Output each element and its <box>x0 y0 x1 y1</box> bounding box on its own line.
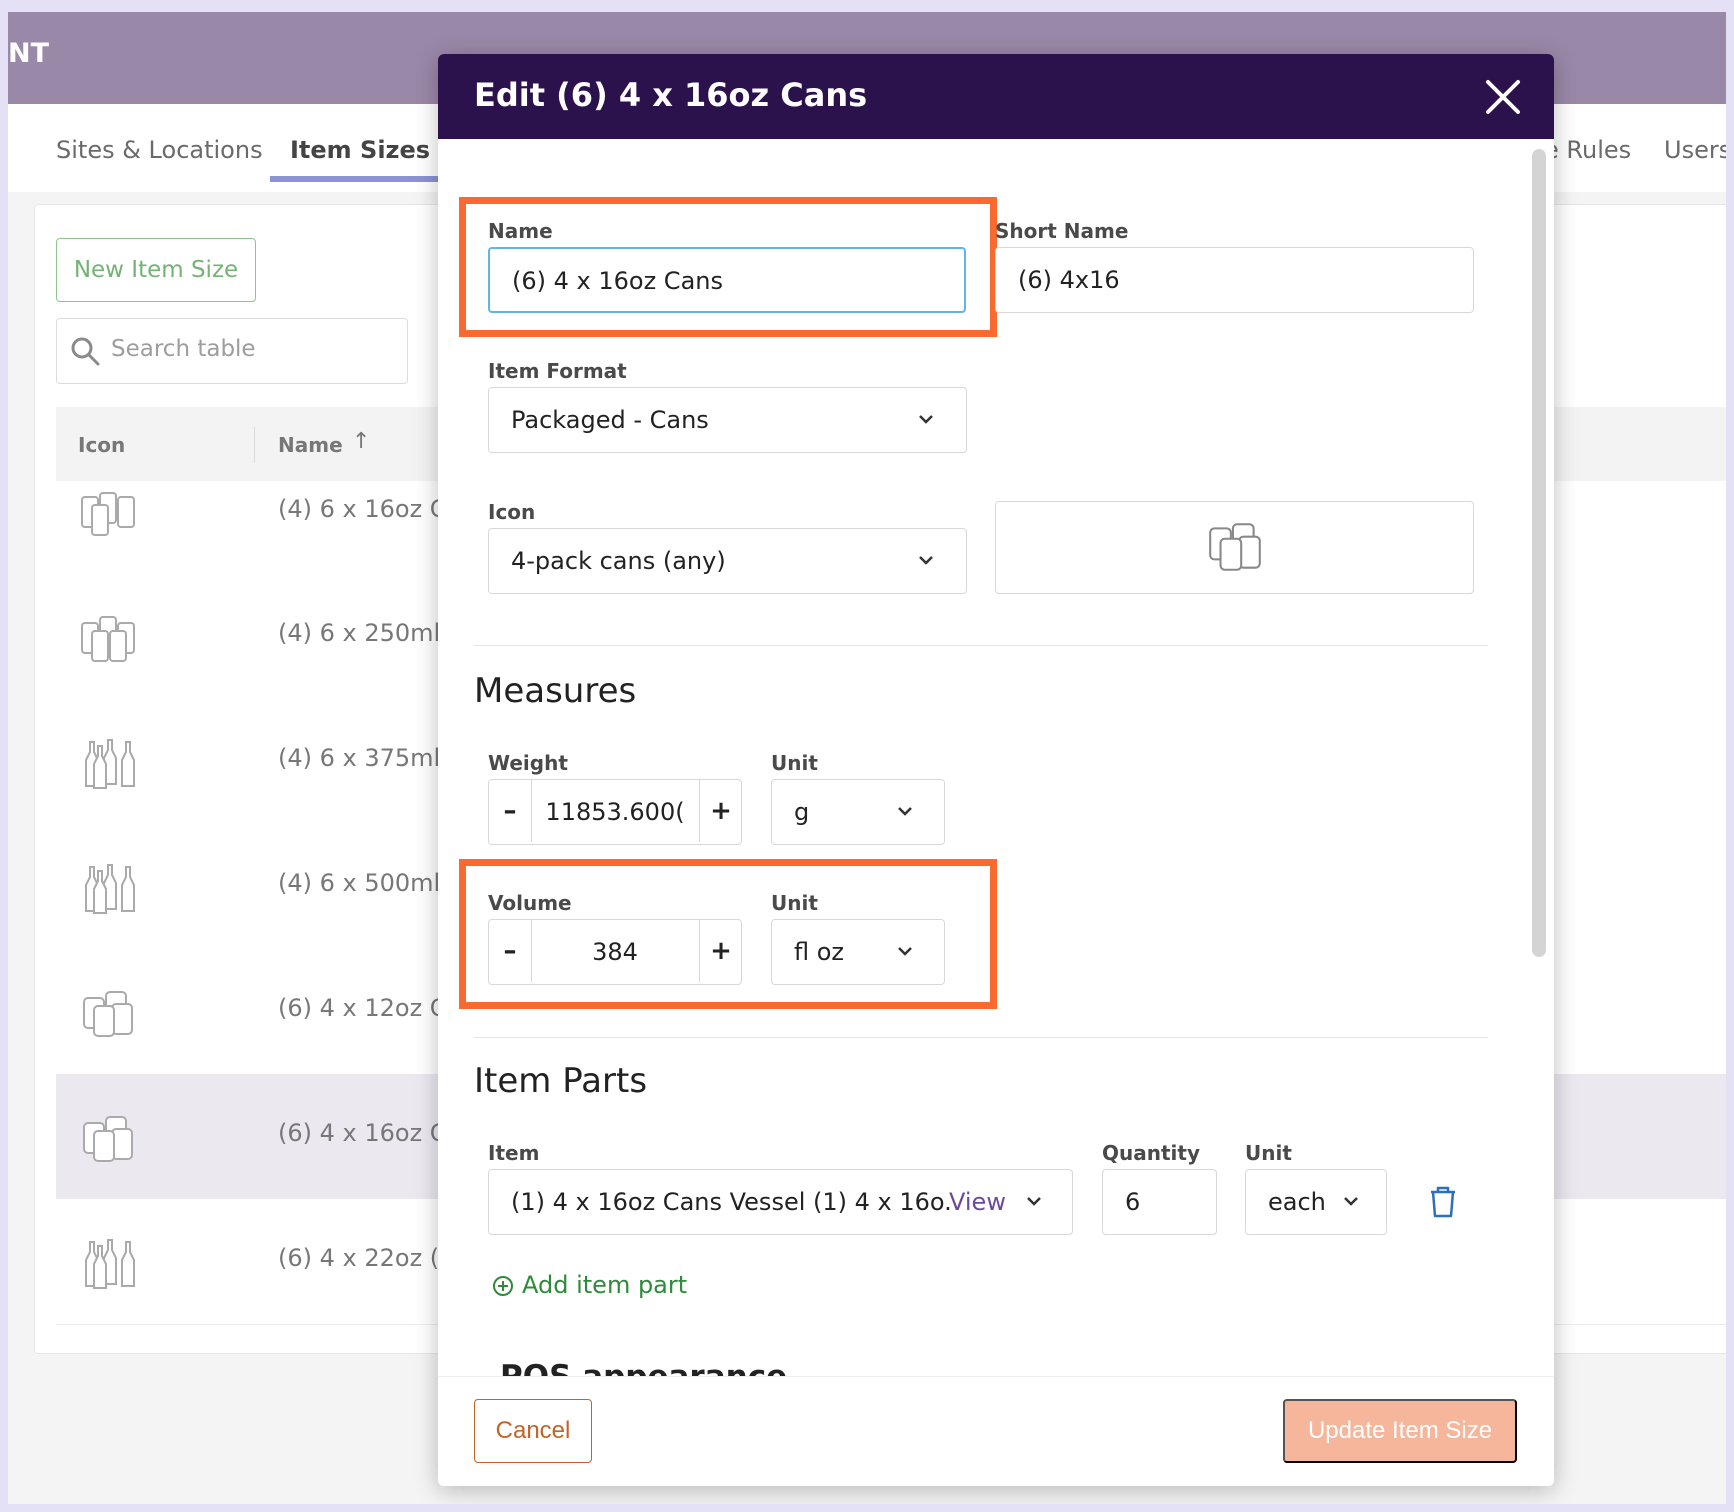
modal-body: Name (6) 4 x 16oz Cans Short Name (6) 4x… <box>438 139 1554 1419</box>
measures-title: Measures <box>474 671 637 711</box>
row-name: (4) 6 x 500ml B <box>278 869 465 897</box>
item-part-select[interactable]: (1) 4 x 16oz Cans Vessel (1) 4 x 16o. Vi… <box>488 1169 1073 1235</box>
weight-increment-button[interactable]: + <box>699 780 742 842</box>
row-name: (4) 6 x 250ml C <box>278 619 465 647</box>
chevron-down-icon <box>898 807 912 816</box>
weight-label: Weight <box>488 751 568 775</box>
item-part-value: (1) 4 x 16oz Cans Vessel (1) 4 x 16o. <box>511 1188 952 1216</box>
row-name: (4) 6 x 16oz Ca <box>278 495 462 523</box>
add-item-part-label: Add item part <box>522 1271 688 1299</box>
column-header-name[interactable]: Name <box>278 433 343 457</box>
chevron-down-icon <box>1027 1197 1041 1206</box>
cans-pack-icon <box>81 616 135 662</box>
item-format-value: Packaged - Cans <box>511 406 709 434</box>
trash-icon[interactable] <box>1428 1185 1458 1219</box>
row-name: (6) 4 x 12oz Ca <box>278 994 462 1022</box>
search-placeholder: Search table <box>111 336 256 362</box>
chevron-down-icon <box>919 556 933 565</box>
weight-stepper[interactable]: – 11853.600( + <box>488 779 742 845</box>
icon-select[interactable]: 4-pack cans (any) <box>488 528 967 594</box>
weight-unit-value: g <box>794 798 810 826</box>
new-item-size-button[interactable]: New Item Size <box>56 238 256 302</box>
search-icon <box>71 337 100 366</box>
modal-title: Edit (6) 4 x 16oz Cans <box>474 76 868 114</box>
app-background: NT Sites & Locations Item Sizes e Rules … <box>8 12 1726 1504</box>
section-divider <box>474 1037 1488 1038</box>
quantity-label: Quantity <box>1102 1141 1200 1165</box>
cans-pack-icon <box>1209 523 1261 571</box>
item-format-select[interactable]: Packaged - Cans <box>488 387 967 453</box>
weight-decrement-button[interactable]: – <box>489 780 532 842</box>
brand-text: NT <box>8 38 50 69</box>
row-name: (6) 4 x 22oz (B <box>278 1244 456 1272</box>
chevron-down-icon <box>919 415 933 424</box>
icon-preview <box>995 501 1474 594</box>
tab-rules[interactable]: e Rules <box>1544 136 1631 164</box>
item-part-item-label: Item <box>488 1141 540 1165</box>
item-part-unit-label: Unit <box>1245 1141 1292 1165</box>
icon-label: Icon <box>488 500 536 524</box>
update-item-size-button[interactable]: Update Item Size <box>1283 1399 1517 1463</box>
bottles-pack-icon <box>85 1239 135 1289</box>
tab-sites-locations[interactable]: Sites & Locations <box>56 136 263 164</box>
edit-item-size-modal: Edit (6) 4 x 16oz Cans Name (6) 4 x 16oz… <box>438 54 1554 1486</box>
cans-pack-icon <box>83 1116 133 1162</box>
plus-circle-icon <box>493 1276 513 1296</box>
weight-unit-label: Unit <box>771 751 818 775</box>
cans-pack-icon <box>83 991 133 1037</box>
volume-highlight-box <box>459 859 997 1009</box>
quantity-input[interactable]: 6 <box>1102 1169 1217 1235</box>
tab-item-sizes[interactable]: Item Sizes <box>290 136 430 164</box>
bottles-pack-icon <box>85 864 135 914</box>
scrollbar-thumb[interactable] <box>1532 149 1546 957</box>
quantity-value: 6 <box>1125 1188 1141 1216</box>
short-name-label: Short Name <box>995 219 1129 243</box>
item-part-unit-select[interactable]: each <box>1245 1169 1387 1235</box>
modal-header: Edit (6) 4 x 16oz Cans <box>438 54 1554 139</box>
item-part-unit-value: each <box>1268 1188 1326 1216</box>
short-name-input[interactable]: (6) 4x16 <box>995 247 1474 313</box>
weight-unit-select[interactable]: g <box>771 779 945 845</box>
tab-users[interactable]: Users <box>1664 136 1726 164</box>
icon-value: 4-pack cans (any) <box>511 547 726 575</box>
item-parts-title: Item Parts <box>474 1061 648 1101</box>
name-highlight-box <box>459 197 997 337</box>
item-format-label: Item Format <box>488 359 627 383</box>
cancel-button[interactable]: Cancel <box>474 1399 592 1463</box>
view-link[interactable]: View <box>949 1188 1006 1216</box>
close-icon[interactable] <box>1484 78 1522 116</box>
modal-footer: Cancel Update Item Size <box>438 1376 1554 1486</box>
chevron-down-icon <box>1344 1197 1358 1206</box>
cans-pack-icon <box>81 492 135 536</box>
column-divider <box>254 427 255 463</box>
row-name: (6) 4 x 16oz Ca <box>278 1119 462 1147</box>
row-name: (4) 6 x 375ml B <box>278 744 465 772</box>
short-name-value: (6) 4x16 <box>1018 266 1120 294</box>
sort-asc-icon[interactable]: ↑ <box>352 429 370 454</box>
section-divider <box>474 645 1488 646</box>
weight-value[interactable]: 11853.600( <box>533 798 697 826</box>
bottles-pack-icon <box>85 739 135 789</box>
column-header-icon[interactable]: Icon <box>78 433 125 457</box>
search-input[interactable]: Search table <box>56 318 408 384</box>
